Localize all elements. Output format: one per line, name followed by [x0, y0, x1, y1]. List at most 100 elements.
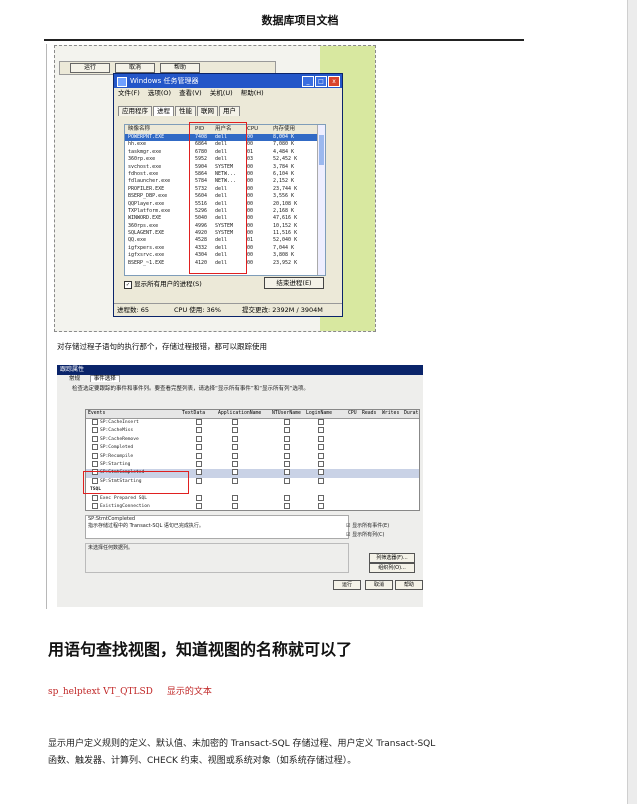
- column-checkbox[interactable]: [232, 419, 238, 425]
- grid-col-header[interactable]: NTUserName: [272, 410, 301, 418]
- column-checkbox[interactable]: [318, 477, 324, 484]
- column-checkbox[interactable]: [232, 477, 238, 484]
- column-checkbox[interactable]: [196, 427, 202, 434]
- process-image-name: WINWORD.EXE: [128, 215, 162, 222]
- cancel-trace-button[interactable]: 取消: [365, 580, 393, 590]
- event-checkbox[interactable]: [92, 435, 98, 442]
- column-checkbox[interactable]: [318, 469, 324, 476]
- tab-applications[interactable]: 应用程序: [118, 106, 152, 116]
- menu-help[interactable]: 帮助(H): [241, 89, 264, 97]
- menu-options[interactable]: 选项(O): [148, 89, 171, 97]
- menu-shutdown[interactable]: 关机(U): [210, 89, 233, 97]
- column-checkbox[interactable]: [196, 419, 202, 425]
- event-checkbox[interactable]: [92, 460, 98, 467]
- column-checkbox[interactable]: [318, 427, 324, 434]
- column-checkbox[interactable]: [232, 494, 238, 501]
- maximize-icon[interactable]: □: [315, 76, 327, 87]
- grid-col-header[interactable]: Reads: [362, 410, 376, 418]
- column-checkbox[interactable]: [232, 427, 238, 434]
- column-checkbox[interactable]: [284, 469, 290, 476]
- column-checkbox[interactable]: [284, 419, 290, 425]
- end-process-button[interactable]: 结束进程(E): [264, 277, 324, 289]
- column-checkbox[interactable]: [196, 469, 202, 476]
- event-row[interactable]: SP:Starting: [86, 460, 419, 469]
- menu-view[interactable]: 查看(V): [179, 89, 202, 97]
- column-checkbox[interactable]: [284, 452, 290, 459]
- run-button[interactable]: 运行: [70, 63, 110, 73]
- column-checkbox[interactable]: [284, 494, 290, 501]
- tab-general[interactable]: 常规: [69, 376, 80, 382]
- event-row[interactable]: Exec Prepared SQL: [86, 494, 419, 503]
- cancel-button[interactable]: 取消: [115, 63, 155, 73]
- run-trace-button[interactable]: 运行: [333, 580, 361, 590]
- menu-file[interactable]: 文件(F): [118, 89, 140, 97]
- column-checkbox[interactable]: [196, 460, 202, 467]
- event-row[interactable]: SP:Recompile: [86, 452, 419, 461]
- column-checkbox[interactable]: [284, 444, 290, 451]
- scrollbar-thumb[interactable]: [319, 135, 324, 165]
- col-mem[interactable]: 内存使用: [273, 125, 295, 134]
- column-checkbox[interactable]: [196, 502, 202, 509]
- column-checkbox[interactable]: [232, 452, 238, 459]
- column-checkbox[interactable]: [196, 435, 202, 442]
- column-checkbox[interactable]: [232, 502, 238, 509]
- help-button[interactable]: 帮助: [160, 63, 200, 73]
- column-checkbox[interactable]: [196, 444, 202, 451]
- tab-performance[interactable]: 性能: [175, 106, 196, 116]
- column-checkbox[interactable]: [196, 494, 202, 501]
- column-checkbox[interactable]: [318, 460, 324, 467]
- column-checkbox[interactable]: [232, 460, 238, 467]
- column-checkbox[interactable]: [318, 452, 324, 459]
- process-list-scrollbar[interactable]: [317, 125, 325, 275]
- col-image-name[interactable]: 映像名称: [128, 125, 150, 134]
- column-checkbox[interactable]: [284, 427, 290, 434]
- close-icon[interactable]: x: [328, 76, 340, 87]
- tab-networking[interactable]: 联网: [197, 106, 218, 116]
- checkbox-checked-icon[interactable]: ✓: [124, 281, 132, 289]
- col-cpu[interactable]: CPU: [247, 125, 258, 134]
- show-all-columns-checkbox[interactable]: ☑ 显示所有列(C): [346, 531, 389, 540]
- column-checkbox[interactable]: [318, 502, 324, 509]
- column-checkbox[interactable]: [232, 444, 238, 451]
- event-checkbox[interactable]: [92, 427, 98, 434]
- process-memory: 6,104 K: [273, 170, 295, 177]
- show-all-events-checkbox[interactable]: ☑ 显示所有事件(E): [346, 522, 389, 531]
- tab-events-selection[interactable]: 事件选择: [89, 375, 120, 382]
- column-checkbox[interactable]: [232, 469, 238, 476]
- column-filter-button[interactable]: 列筛选器(F)...: [369, 553, 415, 563]
- event-row[interactable]: ExistingConnection: [86, 502, 419, 510]
- grid-col-header[interactable]: Duration: [404, 410, 419, 418]
- event-row[interactable]: SP:CacheInsert: [86, 419, 419, 427]
- column-checkbox[interactable]: [318, 444, 324, 451]
- column-checkbox[interactable]: [284, 477, 290, 484]
- column-checkbox[interactable]: [284, 502, 290, 509]
- event-checkbox[interactable]: [92, 502, 98, 509]
- column-checkbox[interactable]: [318, 494, 324, 501]
- tab-users[interactable]: 用户: [219, 106, 240, 116]
- event-checkbox[interactable]: [92, 494, 98, 501]
- help-trace-button[interactable]: 帮助: [395, 580, 423, 590]
- grid-col-header[interactable]: Writes: [382, 410, 399, 418]
- event-row[interactable]: SP:CacheMiss: [86, 427, 419, 435]
- grid-col-header[interactable]: ApplicationName: [218, 410, 261, 418]
- column-checkbox[interactable]: [196, 477, 202, 484]
- column-checkbox[interactable]: [318, 419, 324, 425]
- column-checkbox[interactable]: [232, 435, 238, 442]
- grid-col-header[interactable]: CPU: [348, 410, 357, 418]
- event-checkbox[interactable]: [92, 452, 98, 459]
- event-row[interactable]: SP:CacheRemove: [86, 435, 419, 444]
- event-row[interactable]: SP:Completed: [86, 444, 419, 452]
- column-checkbox[interactable]: [318, 435, 324, 442]
- minimize-icon[interactable]: _: [302, 76, 314, 87]
- grid-col-header[interactable]: Events: [88, 410, 105, 418]
- grid-col-header[interactable]: TextData: [182, 410, 205, 418]
- tab-processes[interactable]: 进程: [153, 106, 174, 116]
- organize-columns-button[interactable]: 组织列(O)...: [369, 563, 415, 573]
- column-checkbox[interactable]: [284, 435, 290, 442]
- column-checkbox[interactable]: [284, 460, 290, 467]
- grid-col-header[interactable]: LoginName: [306, 410, 332, 418]
- show-all-users-checkbox[interactable]: ✓ 显示所有用户的进程(S): [124, 278, 202, 289]
- event-checkbox[interactable]: [92, 444, 98, 451]
- column-checkbox[interactable]: [196, 452, 202, 459]
- event-checkbox[interactable]: [92, 419, 98, 425]
